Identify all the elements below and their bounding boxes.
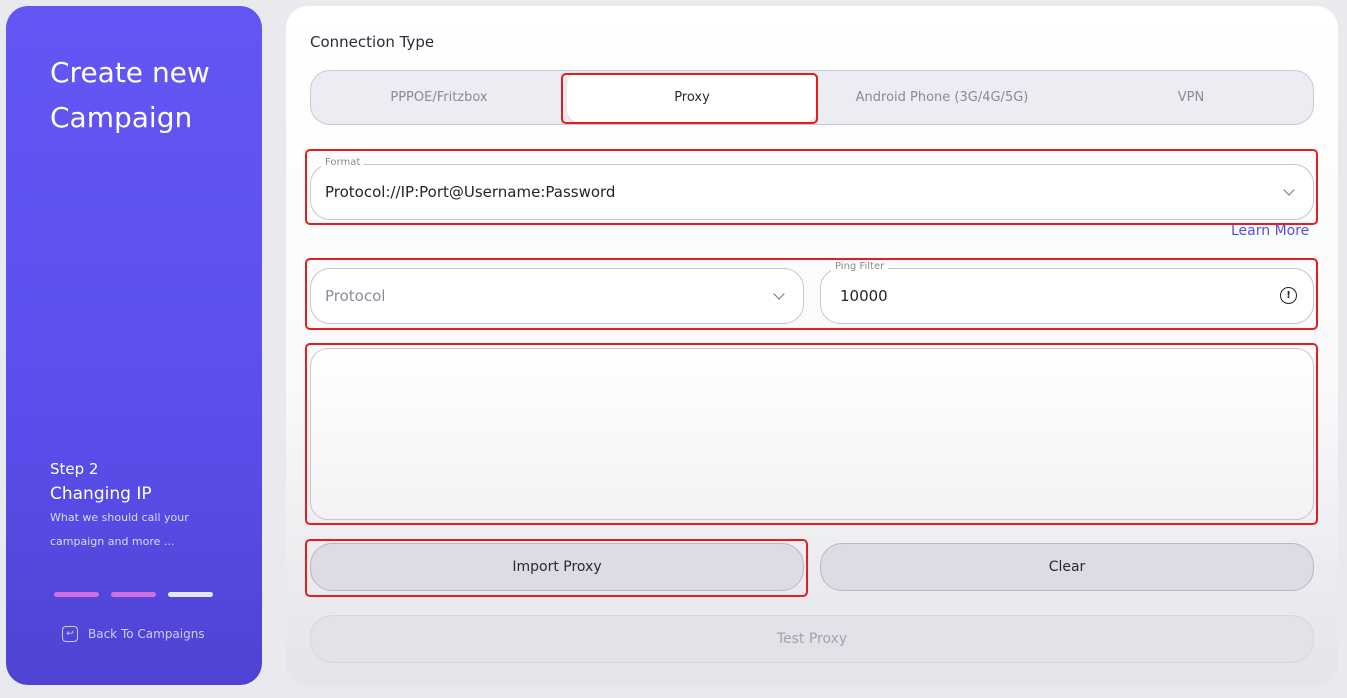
tab-pppoe-fritzbox[interactable]: PPPOE/Fritzbox xyxy=(311,71,567,124)
test-proxy-button[interactable]: Test Proxy xyxy=(310,615,1314,663)
progress-step-1 xyxy=(54,592,99,597)
progress-step-3 xyxy=(168,592,213,597)
sidebar: Create new Campaign Step 2 Changing IP W… xyxy=(6,6,262,685)
learn-more-link[interactable]: Learn More xyxy=(1231,223,1309,239)
progress-step-2 xyxy=(111,592,156,597)
highlight-format-field xyxy=(305,149,1318,225)
tab-vpn[interactable]: VPN xyxy=(1067,71,1315,124)
sidebar-title: Create new Campaign xyxy=(50,56,210,134)
progress-indicator xyxy=(54,592,213,597)
connection-type-label: Connection Type xyxy=(310,33,435,51)
back-arrow-icon: ↩ xyxy=(62,626,78,642)
step-title: Changing IP xyxy=(50,484,152,504)
step-description: What we should call your campaign and mo… xyxy=(50,511,189,548)
highlight-proxy-list xyxy=(305,343,1318,525)
highlight-protocol-ping-row xyxy=(305,258,1318,330)
step-label: Step 2 xyxy=(50,460,99,478)
back-to-campaigns-label: Back To Campaigns xyxy=(88,627,205,641)
back-to-campaigns-link[interactable]: ↩ Back To Campaigns xyxy=(62,626,205,642)
tab-android-phone[interactable]: Android Phone (3G/4G/5G) xyxy=(817,71,1067,124)
highlight-proxy-tab xyxy=(561,73,818,124)
clear-button[interactable]: Clear xyxy=(820,543,1314,591)
highlight-import-button xyxy=(305,539,808,597)
